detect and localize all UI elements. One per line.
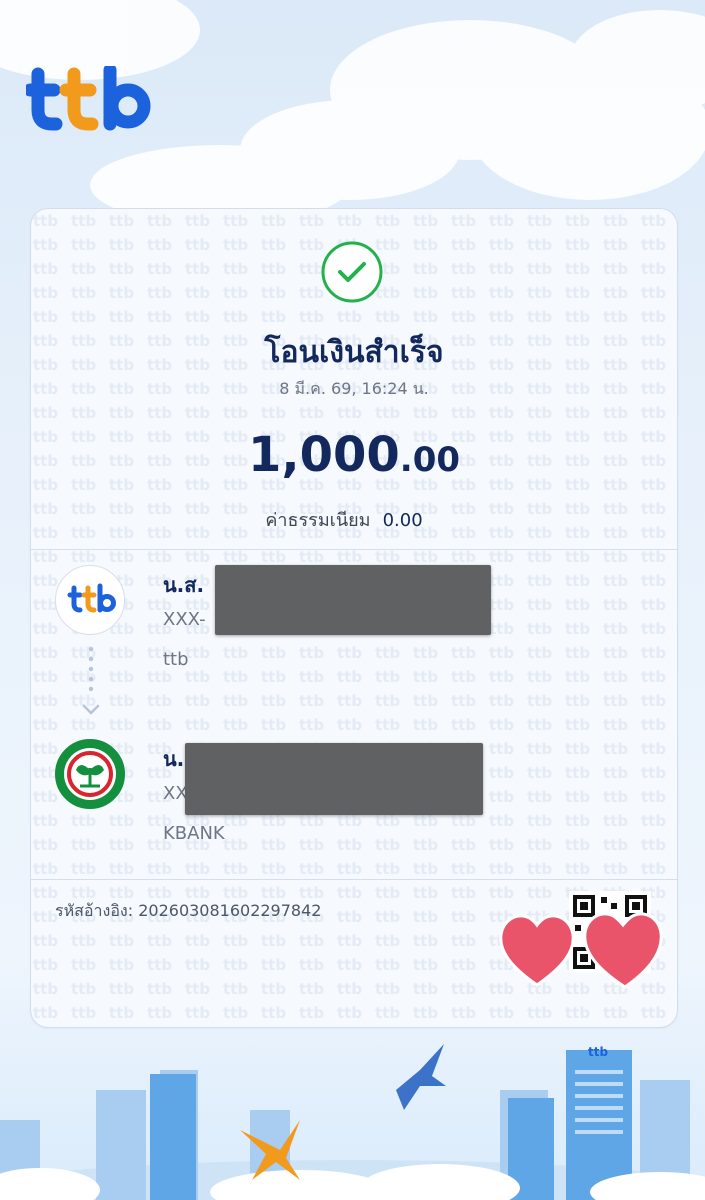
sender-account: น.ส. XXX- ttb (55, 565, 655, 675)
reference-value: 202603081602297842 (138, 901, 322, 920)
heart-sticker-icon (499, 912, 663, 989)
divider (31, 549, 677, 550)
chevron-down-icon (82, 704, 100, 715)
fee-label: ค่าธรรมเนียม (265, 510, 371, 531)
sender-name: น.ส. (163, 573, 205, 597)
divider (31, 879, 677, 880)
sender-account-number: XXX- (163, 609, 206, 630)
reference-row: รหัสอ้างอิง: 202603081602297842 (55, 899, 321, 924)
redaction-box (185, 743, 483, 815)
svg-text:ttb: ttb (588, 1045, 608, 1059)
amount-decimal: .00 (399, 440, 461, 480)
city-illustration: ttb (0, 1044, 705, 1200)
redaction-box (215, 565, 491, 635)
transaction-datetime: 8 มี.ค. 69, 16:24 น. (279, 379, 429, 398)
sender-bank: ttb (163, 649, 189, 670)
receipt-card: ttb โอนเงินสำเร็จ 8 มี.ค. 69, 16:24 น. 1… (30, 208, 678, 1028)
kbank-logo-icon (55, 739, 125, 809)
check-circle-icon (321, 241, 383, 303)
transfer-amount: 1,000.00 (31, 427, 677, 483)
fee-row: ค่าธรรมเนียม 0.00 (31, 505, 657, 534)
receiver-bank: KBANK (163, 823, 225, 844)
ttb-logo (26, 66, 151, 131)
reference-label: รหัสอ้างอิง: (55, 901, 134, 920)
status-title: โอนเงินสำเร็จ (264, 335, 444, 370)
amount-integer: 1,000 (247, 427, 400, 483)
receiver-account: น.ส. XXX KBANK (55, 739, 655, 849)
ttb-logo-icon (55, 565, 125, 635)
fee-value: 0.00 (382, 510, 423, 531)
